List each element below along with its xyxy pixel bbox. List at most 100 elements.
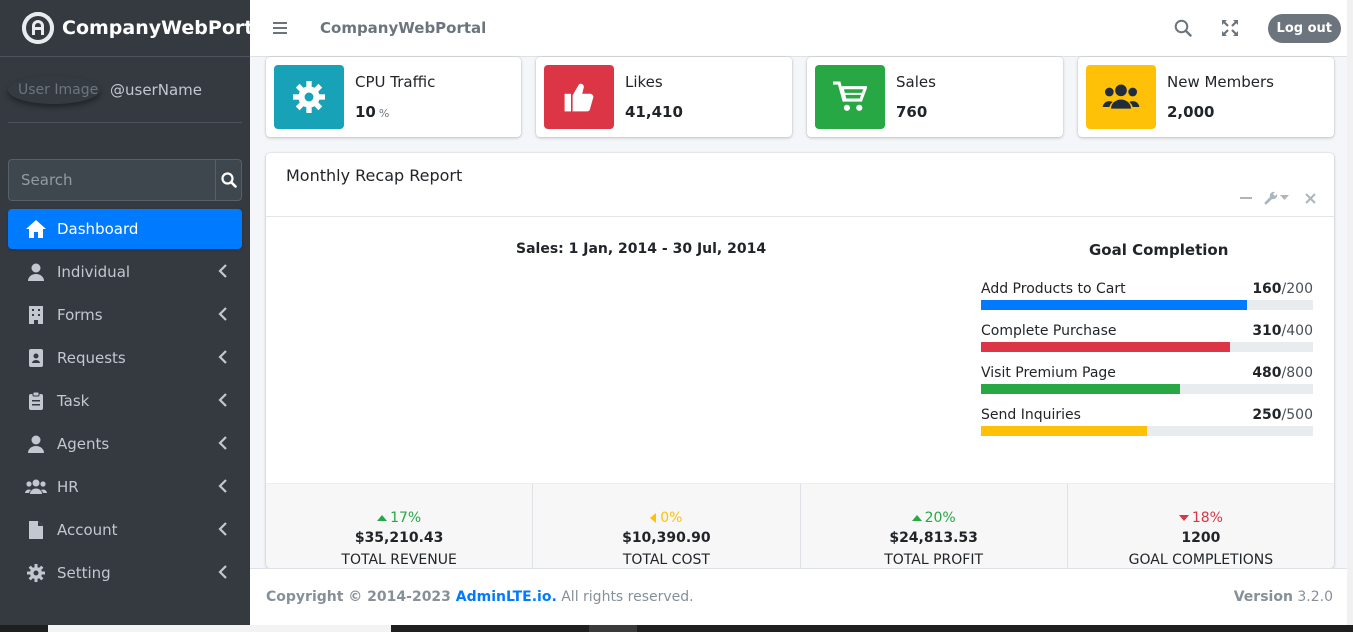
card-title: Monthly Recap Report <box>286 166 463 185</box>
caret-down-icon <box>1178 514 1189 521</box>
user-icon <box>24 434 48 454</box>
wrench-dropdown-button[interactable] <box>1264 191 1289 205</box>
taskbar-item[interactable] <box>48 625 391 632</box>
stat-total-profit: 20% $24,813.53 TOTAL PROFIT <box>801 484 1068 568</box>
sidebar-item-hr[interactable]: HR <box>8 467 242 507</box>
info-box-label: Likes <box>625 73 663 91</box>
sidebar-item-task[interactable]: Task <box>8 381 242 421</box>
sidebar-item-label: Setting <box>57 564 111 582</box>
sidebar-item-label: Dashboard <box>57 220 139 238</box>
info-box-label: CPU Traffic <box>355 73 436 91</box>
sidebar-item-label: HR <box>57 478 79 496</box>
top-navbar: CompanyWebPortal Log out <box>250 0 1353 57</box>
progress-bar-fill <box>981 384 1181 394</box>
chevron-left-icon <box>218 522 227 536</box>
sidebar-nav: Dashboard Individual Forms Requests Task… <box>8 209 242 593</box>
brand-logo-icon <box>22 12 54 44</box>
caret-up-icon <box>911 514 922 521</box>
sidebar-item-label: Forms <box>57 306 103 324</box>
sidebar-item-requests[interactable]: Requests <box>8 338 242 378</box>
card-header: Monthly Recap Report <box>266 153 1334 217</box>
vertical-scrollbar[interactable] <box>1347 0 1353 625</box>
info-box-value: 41,410 <box>625 103 683 121</box>
search-input[interactable] <box>8 159 215 201</box>
goal-count: 480/800 <box>1252 365 1313 381</box>
wrench-icon <box>1264 191 1278 205</box>
info-box-label: New Members <box>1167 73 1274 91</box>
users-icon <box>1086 65 1156 129</box>
info-box-value: 760 <box>896 103 928 121</box>
sidebar-item-label: Individual <box>57 263 131 281</box>
logout-button[interactable]: Log out <box>1267 13 1341 43</box>
info-box-sales: Sales 760 <box>807 57 1063 137</box>
sidebar: CompanyWebPortal User Image @userName Da… <box>0 0 273 625</box>
search-icon <box>220 172 237 188</box>
user-image[interactable]: User Image <box>8 76 100 104</box>
sidebar-item-setting[interactable]: Setting <box>8 553 242 593</box>
taskbar-item[interactable] <box>589 625 637 632</box>
chevron-left-icon <box>218 436 227 450</box>
goal-count: 310/400 <box>1252 323 1313 339</box>
adminlte-link[interactable]: AdminLTE.io. <box>456 589 557 605</box>
info-box-value: 10% <box>355 103 390 121</box>
user-name[interactable]: @userName <box>110 81 202 99</box>
card-tools <box>1228 191 1316 205</box>
goal-count: 160/200 <box>1252 281 1313 297</box>
stat-label: TOTAL COST <box>622 552 710 568</box>
stat-total-cost: 0% $10,390.90 TOTAL COST <box>533 484 801 568</box>
brand-link[interactable]: CompanyWebPortal <box>0 0 273 57</box>
sidebar-item-dashboard[interactable]: Dashboard <box>8 209 242 249</box>
sidebar-item-label: Requests <box>57 349 126 367</box>
user-panel: User Image @userName <box>8 57 242 123</box>
chevron-left-icon <box>218 479 227 493</box>
progress-bar <box>981 426 1313 436</box>
sidebar-item-account[interactable]: Account <box>8 510 242 550</box>
navbar-title[interactable]: CompanyWebPortal <box>320 19 486 37</box>
page-footer: Copyright © 2014-2023 AdminLTE.io. All r… <box>250 568 1353 625</box>
info-box-label: Sales <box>896 73 936 91</box>
sidebar-item-individual[interactable]: Individual <box>8 252 242 292</box>
stat-amount: 1200 <box>1181 530 1221 546</box>
search-icon[interactable] <box>1174 19 1192 37</box>
chevron-left-icon <box>218 350 227 364</box>
info-box-new-members: New Members 2,000 <box>1078 57 1334 137</box>
card-footer-stats: 17% $35,210.43 TOTAL REVENUE 0% $10,390.… <box>266 483 1334 568</box>
goal-progress-group: Visit Premium Page 480/800 <box>981 365 1313 394</box>
goal-label: Visit Premium Page <box>981 365 1116 381</box>
sidebar-item-agents[interactable]: Agents <box>8 424 242 464</box>
users-icon <box>24 477 48 497</box>
info-box-cpu-traffic: CPU Traffic 10% <box>266 57 521 137</box>
goal-label: Send Inquiries <box>981 407 1081 423</box>
clipboard-icon <box>24 391 48 411</box>
goal-count: 250/500 <box>1252 407 1313 423</box>
chevron-left-icon <box>218 565 227 579</box>
chevron-left-icon <box>218 393 227 407</box>
goal-label: Add Products to Cart <box>981 281 1126 297</box>
close-button[interactable] <box>1305 192 1316 204</box>
goal-completion-title: Goal Completion <box>1089 241 1229 259</box>
fullscreen-icon[interactable] <box>1221 19 1239 37</box>
stat-percentage: 0% <box>533 510 799 526</box>
caret-left-icon <box>650 513 657 523</box>
thumbs-up-icon <box>544 65 614 129</box>
search-button[interactable] <box>215 159 242 201</box>
progress-bar-fill <box>981 300 1247 310</box>
sidebar-item-label: Task <box>57 392 90 410</box>
hamburger-menu-icon[interactable] <box>273 21 289 35</box>
minus-icon <box>1240 197 1252 199</box>
stat-goal-completions: 18% 1200 GOAL COMPLETIONS <box>1068 484 1334 568</box>
home-icon <box>24 219 48 239</box>
progress-bar <box>981 384 1313 394</box>
sidebar-item-label: Account <box>57 521 118 539</box>
version-info: Version 3.2.0 <box>1233 589 1333 605</box>
collapse-button[interactable] <box>1240 192 1252 204</box>
goal-progress-group: Complete Purchase 310/400 <box>981 323 1313 352</box>
sidebar-search <box>8 159 242 201</box>
info-box-unit: % <box>378 107 390 120</box>
info-box-value: 2,000 <box>1167 103 1215 121</box>
monthly-recap-card: Monthly Recap Report Sales: 1 Jan, 2014 … <box>266 153 1334 568</box>
sidebar-item-forms[interactable]: Forms <box>8 295 242 335</box>
shopping-cart-icon <box>815 65 885 129</box>
chevron-left-icon <box>218 264 227 278</box>
caret-up-icon <box>377 514 388 521</box>
